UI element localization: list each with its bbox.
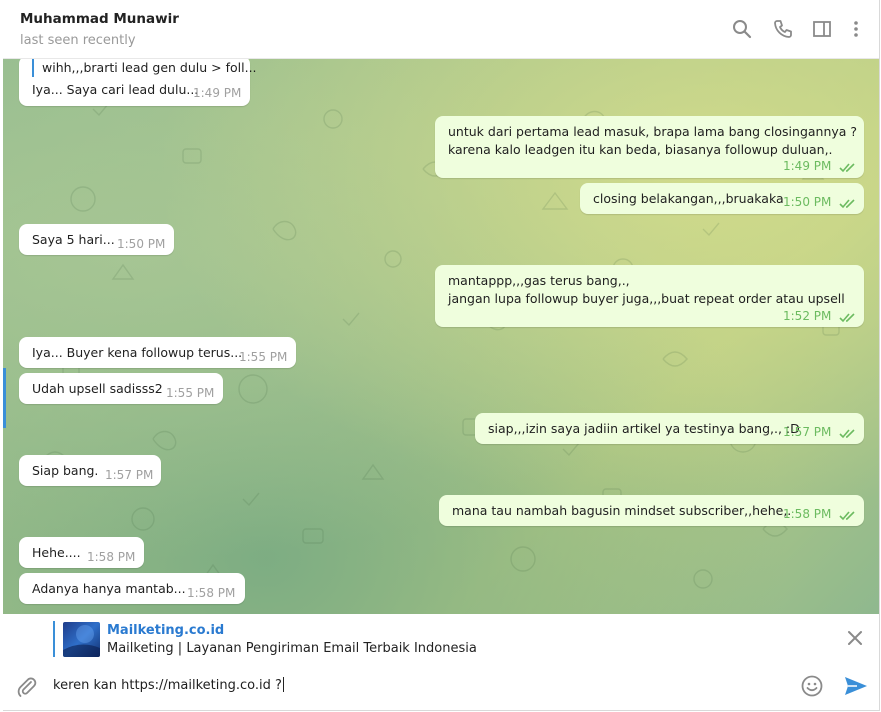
message-time: 1:58 PM [783,507,832,521]
message-outgoing[interactable]: untuk dari pertama lead masuk, brapa lam… [435,116,864,178]
more-vertical-icon[interactable] [845,18,867,40]
message-outgoing[interactable]: mana tau nambah bagusin mindset subscrib… [439,495,864,526]
sidebar-toggle-icon[interactable] [811,18,833,40]
chat-title[interactable]: Muhammad Munawir [20,11,179,27]
message-text: Saya 5 hari... [32,232,115,247]
read-check-icon [839,511,855,521]
link-preview-title[interactable]: Mailketing.co.id [107,623,224,638]
close-icon[interactable] [846,629,864,647]
message-input[interactable]: keren kan https://mailketing.co.id ? [53,677,284,693]
message-incoming[interactable]: Saya 5 hari... 1:50 PM [19,224,174,255]
chat-header: Muhammad Munawir last seen recently [3,0,879,59]
chat-status: last seen recently [20,33,136,48]
reply-quote-text[interactable]: wihh,,,brarti lead gen dulu > foll... [42,59,257,76]
message-text: Iya... Buyer kena followup terus... [32,345,243,360]
search-icon[interactable] [731,18,753,40]
message-time: 1:49 PM [193,86,242,100]
message-time: 1:57 PM [783,425,832,439]
reply-quote-bar [32,59,34,77]
message-text: mantappp,,,gas terus bang,., [448,273,630,288]
message-time: 1:58 PM [87,550,136,564]
message-time: 1:57 PM [105,468,154,482]
message-text: Hehe.... [32,545,81,560]
chat-history[interactable]: wihh,,,brarti lead gen dulu > foll... Iy… [3,59,879,614]
message-incoming[interactable]: Iya... Buyer kena followup terus... 1:55… [19,337,296,368]
message-incoming[interactable]: Siap bang. 1:57 PM [19,455,161,486]
message-time: 1:50 PM [117,237,166,251]
message-incoming[interactable]: Hehe.... 1:58 PM [19,537,144,568]
paperclip-icon[interactable] [15,675,39,699]
message-text: siap,,,izin saya jadiin artikel ya testi… [488,421,800,436]
selection-indicator [3,368,6,428]
compose-area: Mailketing.co.id Mailketing | Layanan Pe… [3,614,879,710]
message-text: mana tau nambah bagusin mindset subscrib… [452,503,792,518]
message-input-text: keren kan https://mailketing.co.id ? [53,678,282,693]
message-time: 1:49 PM [783,159,832,173]
link-preview-thumbnail [63,622,100,657]
message-time: 1:50 PM [783,195,832,209]
message-incoming[interactable]: Udah upsell sadisss2 1:55 PM [19,373,223,404]
message-text: jangan lupa followup buyer juga,,,buat r… [448,291,845,306]
read-check-icon [839,429,855,439]
text-caret [282,677,284,692]
message-text: Siap bang. [32,463,99,478]
emoji-icon[interactable] [800,674,824,698]
message-time: 1:55 PM [166,386,215,400]
read-check-icon [839,199,855,209]
message-text: untuk dari pertama lead masuk, brapa lam… [448,124,858,139]
message-outgoing[interactable]: siap,,,izin saya jadiin artikel ya testi… [475,413,864,444]
message-incoming[interactable]: wihh,,,brarti lead gen dulu > foll... Iy… [19,59,257,106]
phone-icon[interactable] [772,18,794,40]
send-icon[interactable] [843,674,869,698]
read-check-icon [839,313,855,323]
link-preview-description: Mailketing | Layanan Pengiriman Email Te… [107,641,477,656]
message-text: Udah upsell sadisss2 [32,381,163,396]
telegram-window: Muhammad Munawir last seen recently wihh… [3,0,880,711]
message-text: closing belakangan,,,bruakaka [593,191,784,206]
message-text: Adanya hanya mantab... [32,581,186,596]
link-preview-bar [53,621,55,657]
message-text: Iya... Saya cari lead dulu... [32,82,199,97]
message-time: 1:58 PM [187,586,236,600]
message-outgoing[interactable]: mantappp,,,gas terus bang,., jangan lupa… [435,265,864,327]
message-time: 1:52 PM [783,309,832,323]
message-outgoing[interactable]: closing belakangan,,,bruakaka 1:50 PM [580,183,864,214]
read-check-icon [839,163,855,173]
message-incoming[interactable]: Adanya hanya mantab... 1:58 PM [19,573,245,604]
message-text: karena kalo leadgen itu kan beda, biasan… [448,142,833,157]
message-time: 1:55 PM [239,350,288,364]
